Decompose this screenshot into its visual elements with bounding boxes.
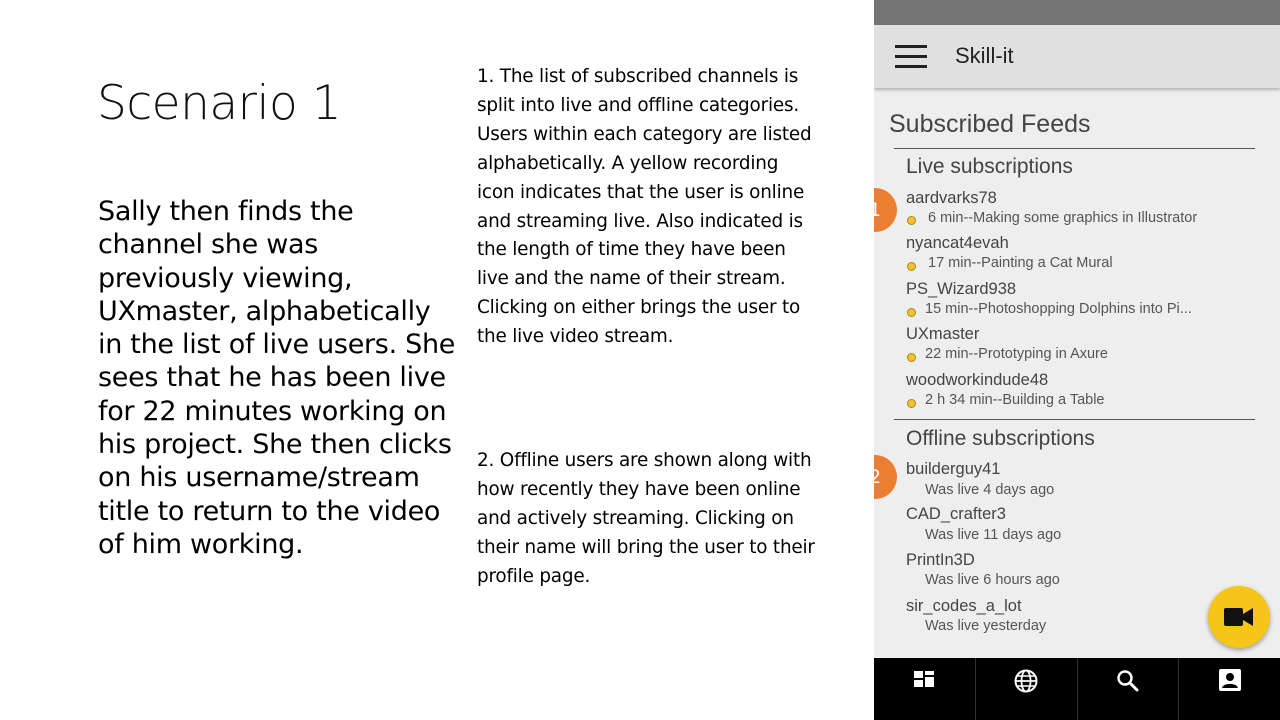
status-bar <box>874 0 1280 25</box>
account-box-icon <box>1218 669 1241 691</box>
offline-user-name[interactable]: builderguy41 <box>906 460 1001 479</box>
offline-status: Was live yesterday <box>925 618 1047 634</box>
menu-icon[interactable] <box>895 45 927 69</box>
go-live-button[interactable] <box>1208 586 1270 648</box>
live-recording-icon <box>907 262 916 271</box>
nav-profile[interactable] <box>1178 658 1280 720</box>
live-user-name[interactable]: aardvarks78 <box>906 189 997 208</box>
live-stream-title[interactable]: 22 min--Prototyping in Axure <box>925 346 1108 362</box>
offline-user-name[interactable]: sir_codes_a_lot <box>906 597 1022 616</box>
live-recording-icon <box>907 353 916 362</box>
search-icon <box>1117 670 1139 692</box>
app-bar: Skill-it <box>874 25 1280 88</box>
live-stream-title[interactable]: 2 h 34 min--Building a Table <box>925 392 1104 408</box>
video-camera-icon <box>1224 608 1253 626</box>
app-title: Skill-it <box>955 43 1014 68</box>
annotation-badge-1: 1 <box>874 188 897 232</box>
offline-status: Was live 4 days ago <box>925 482 1055 498</box>
live-stream-title[interactable]: 17 min--Painting a Cat Mural <box>928 255 1113 271</box>
phone-mockup: Skill-it Subscribed Feeds Live subscript… <box>874 0 1280 720</box>
offline-user-name[interactable]: CAD_crafter3 <box>906 505 1006 524</box>
annotation-badge-2: 2 <box>874 455 897 499</box>
divider <box>894 419 1255 420</box>
dashboard-icon <box>914 671 935 687</box>
divider <box>894 148 1255 149</box>
bottom-navigation <box>874 658 1280 720</box>
scenario-description: Sally then finds the channel she was pre… <box>98 196 456 560</box>
nav-dashboard[interactable] <box>874 658 975 720</box>
live-recording-icon <box>907 399 916 408</box>
live-stream-title[interactable]: 6 min--Making some graphics in Illustrat… <box>928 210 1197 226</box>
live-recording-icon <box>907 308 916 317</box>
annotation-note-2: 2. Offline users are shown along with ho… <box>477 450 815 587</box>
globe-icon <box>1014 669 1038 693</box>
annotation-note-1: 1. The list of subscribed channels is sp… <box>477 66 812 348</box>
slide-title: Scenario 1 <box>97 76 342 131</box>
live-stream-title[interactable]: 15 min--Photoshopping Dolphins into Pi..… <box>925 301 1192 317</box>
offline-status: Was live 6 hours ago <box>925 572 1060 588</box>
live-recording-icon <box>907 216 916 225</box>
live-section-title: Live subscriptions <box>906 155 1073 178</box>
offline-user-name[interactable]: PrintIn3D <box>906 551 975 570</box>
live-user-name[interactable]: PS_Wizard938 <box>906 280 1016 299</box>
offline-status: Was live 11 days ago <box>925 527 1062 543</box>
live-user-name[interactable]: nyancat4evah <box>906 234 1009 253</box>
offline-section-title: Offline subscriptions <box>906 427 1095 450</box>
page-title: Subscribed Feeds <box>889 110 1091 138</box>
nav-explore[interactable] <box>974 658 1077 720</box>
nav-search[interactable] <box>1076 658 1179 720</box>
live-user-name[interactable]: UXmaster <box>906 325 979 344</box>
live-user-name[interactable]: woodworkindude48 <box>906 371 1048 390</box>
